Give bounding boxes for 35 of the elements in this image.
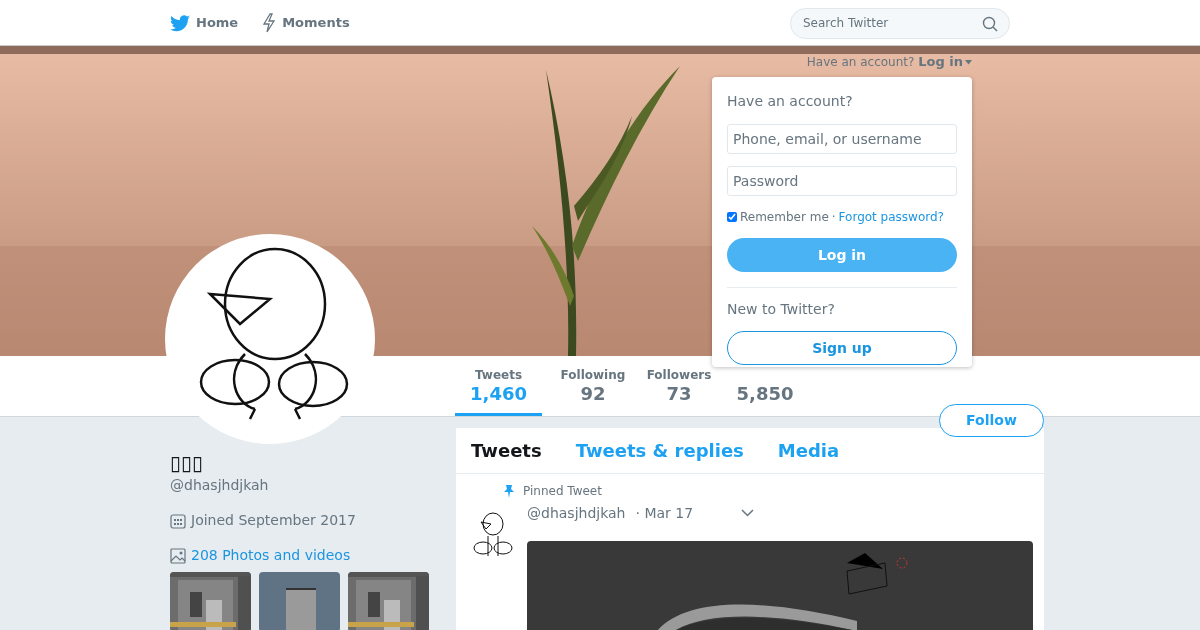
remember-label: Remember me — [740, 209, 829, 226]
search-icon[interactable] — [982, 15, 998, 32]
login-title: Have an account? — [727, 92, 854, 111]
timeline-tab[interactable]: Tweets & replies — [575, 428, 744, 473]
signup-button[interactable]: Sign up — [727, 331, 957, 365]
password-field[interactable]: Password — [727, 166, 957, 196]
bird-icon — [170, 14, 190, 32]
pinned-label: Pinned Tweet — [523, 483, 602, 500]
caret-icon[interactable] — [965, 60, 972, 65]
search-field[interactable]: Search Twitter — [790, 7, 1010, 39]
tweet-handle[interactable]: @dhasjhdjkah — [527, 502, 626, 524]
timeline-tab[interactable]: Media — [777, 428, 840, 473]
nav-link[interactable]: Home — [170, 0, 239, 46]
login-prompt: Have an account? Log in — [806, 52, 972, 72]
profile-handle: @dhasjhdjkah — [170, 476, 270, 495]
photos-link[interactable]: 208 Photos and videos — [191, 545, 351, 566]
signup-prompt: New to Twitter? — [727, 300, 836, 319]
tweet-date: · Mar 17 — [635, 503, 694, 523]
username-field[interactable]: Phone, email, or username — [727, 124, 957, 154]
follow-button[interactable]: Follow — [939, 404, 1044, 437]
stat-tab[interactable]: Following 92 — [558, 356, 628, 416]
profile-name: ▯▯▯ — [170, 451, 205, 475]
image-icon — [170, 547, 186, 564]
remember-checkbox[interactable] — [727, 212, 737, 222]
calendar-icon — [170, 512, 186, 529]
joined-date: Joined September 2017 — [191, 511, 356, 530]
separator-dot: · — [831, 209, 836, 226]
chevron-down-icon[interactable] — [741, 509, 755, 517]
forgot-password-link[interactable]: Forgot password? — [838, 208, 944, 226]
pin-icon — [503, 484, 515, 498]
lightning-icon — [262, 13, 277, 33]
nav-link[interactable]: Moments — [262, 0, 350, 46]
timeline-tab[interactable]: Tweets — [471, 428, 542, 473]
stat-tab[interactable]: Followers 73 — [644, 356, 714, 416]
stat-tab[interactable]: Tweets 1,460 — [455, 356, 542, 416]
